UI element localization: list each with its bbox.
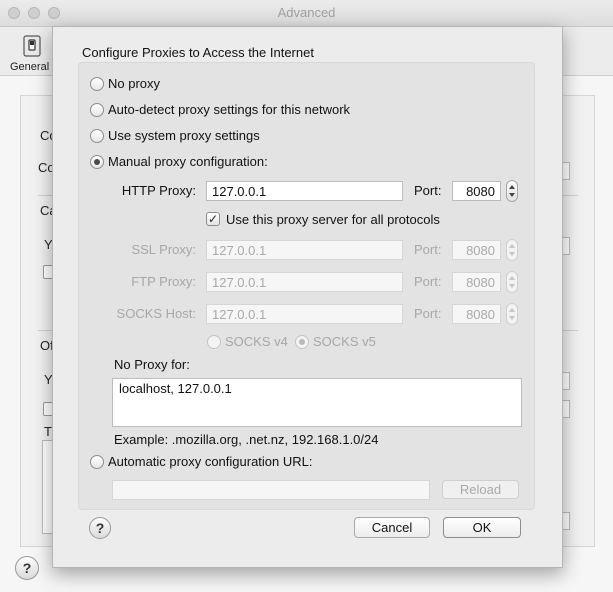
ftp-port-label: Port: [414,274,442,289]
toolbar-general-label[interactable]: General [10,61,49,73]
no-proxy-radio[interactable] [90,77,104,91]
ssl-port-label: Port: [414,242,442,257]
manual-proxy-label[interactable]: Manual proxy configuration: [108,154,268,169]
switch-icon[interactable] [21,34,43,58]
socks-v5-radio[interactable] [295,335,309,349]
socks-v5-label[interactable]: SOCKS v5 [313,334,376,349]
auto-config-url-radio[interactable] [90,455,104,469]
same-proxy-checkbox[interactable]: ✓ [206,212,220,226]
socks-port-field[interactable]: 8080 [452,304,501,324]
auto-config-url-label[interactable]: Automatic proxy configuration URL: [108,454,312,469]
sheet-title: Configure Proxies to Access the Internet [82,45,314,60]
ssl-port-field[interactable]: 8080 [452,240,501,260]
socks-port-stepper[interactable] [506,303,518,325]
window-title: Advanced [277,5,336,20]
http-proxy-label: HTTP Proxy: [121,183,196,198]
reload-button[interactable]: Reload [442,480,519,499]
no-proxy-label[interactable]: No proxy [108,76,160,91]
auto-config-url-field[interactable] [112,480,430,500]
same-proxy-label[interactable]: Use this proxy server for all protocols [226,212,440,227]
no-proxy-example: Example: .mozilla.org, .net.nz, 192.168.… [114,432,379,447]
ftp-port-stepper[interactable] [506,271,518,293]
socks-port-label: Port: [414,306,442,321]
system-proxy-radio[interactable] [90,129,104,143]
help-button[interactable]: ? [89,517,111,539]
no-proxy-for-label: No Proxy for: [114,357,190,372]
http-port-stepper[interactable] [506,180,518,202]
ok-button[interactable]: OK [443,517,521,538]
background-help-button[interactable]: ? [15,556,39,580]
http-port-label: Port: [414,183,442,198]
ftp-port-field[interactable]: 8080 [452,272,501,292]
http-proxy-field[interactable]: 127.0.0.1 [206,181,403,201]
no-proxy-for-textarea[interactable]: localhost, 127.0.0.1 [112,378,522,427]
auto-detect-label[interactable]: Auto-detect proxy settings for this netw… [108,102,350,117]
socks-v4-radio[interactable] [207,335,221,349]
ssl-proxy-field[interactable]: 127.0.0.1 [206,240,403,260]
cancel-button[interactable]: Cancel [354,517,430,538]
system-proxy-label[interactable]: Use system proxy settings [108,128,260,143]
auto-detect-radio[interactable] [90,103,104,117]
http-port-field[interactable]: 8080 [452,181,501,201]
ftp-proxy-field[interactable]: 127.0.0.1 [206,272,403,292]
socks-v4-label[interactable]: SOCKS v4 [225,334,288,349]
manual-proxy-radio[interactable] [90,155,104,169]
ssl-port-stepper[interactable] [506,239,518,261]
socks-host-label: SOCKS Host: [116,306,196,321]
ftp-proxy-label: FTP Proxy: [131,274,196,289]
ssl-proxy-label: SSL Proxy: [131,242,196,257]
socks-host-field[interactable]: 127.0.0.1 [206,304,403,324]
